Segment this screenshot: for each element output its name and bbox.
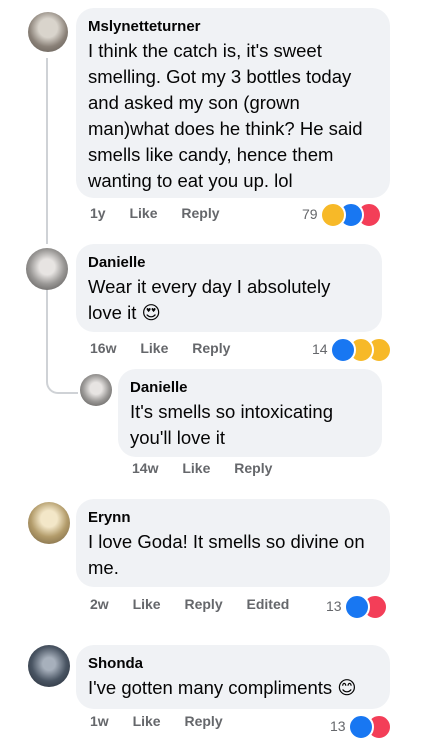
reaction-count: 14 bbox=[312, 341, 328, 357]
comment-time[interactable]: 1w bbox=[90, 713, 109, 729]
like-button[interactable]: Like bbox=[133, 713, 161, 729]
like-reaction-icon bbox=[348, 714, 374, 740]
comment-text: It's smells so intoxicating you'll love … bbox=[130, 401, 333, 448]
like-button[interactable]: Like bbox=[140, 340, 168, 356]
comment-bubble: Shonda I've gotten many compliments 😊 bbox=[76, 645, 390, 709]
haha-reaction-icon bbox=[320, 202, 346, 228]
comment-bubble: Danielle Wear it every day I absolutely … bbox=[76, 244, 382, 332]
thread-line bbox=[46, 58, 48, 244]
comment-text: I love Goda! It smells so divine on me. bbox=[88, 531, 365, 578]
reply-button[interactable]: Reply bbox=[184, 713, 222, 729]
comment-text: I've gotten many compliments 😊 bbox=[88, 677, 357, 698]
comment-actions: 1w Like Reply bbox=[90, 713, 223, 729]
comment-author[interactable]: Danielle bbox=[88, 254, 370, 272]
comment-text: Wear it every day I absolutely love it 😍 bbox=[88, 276, 331, 323]
like-button[interactable]: Like bbox=[129, 205, 157, 221]
comment-bubble: Erynn I love Goda! It smells so divine o… bbox=[76, 499, 390, 587]
comment-bubble: Mslynetteturner I think the catch is, it… bbox=[76, 8, 390, 198]
reply-button[interactable]: Reply bbox=[181, 205, 219, 221]
comment-time[interactable]: 2w bbox=[90, 596, 109, 612]
avatar[interactable] bbox=[80, 374, 112, 406]
like-reaction-icon bbox=[330, 337, 356, 363]
reaction-count: 13 bbox=[326, 598, 342, 614]
thread-line bbox=[46, 290, 48, 380]
comment-author[interactable]: Mslynetteturner bbox=[88, 18, 378, 36]
comment-actions: 2w Like Reply Edited bbox=[90, 596, 289, 612]
comment-actions: 16w Like Reply bbox=[90, 340, 230, 356]
reply-bubble: Danielle It's smells so intoxicating you… bbox=[118, 369, 382, 457]
reaction-count: 79 bbox=[302, 206, 318, 222]
comment-time[interactable]: 14w bbox=[132, 460, 158, 476]
comment-author[interactable]: Erynn bbox=[88, 509, 378, 527]
like-button[interactable]: Like bbox=[182, 460, 210, 476]
comment-time[interactable]: 16w bbox=[90, 340, 116, 356]
comment-author[interactable]: Shonda bbox=[88, 655, 378, 673]
avatar[interactable] bbox=[26, 248, 68, 290]
comment-time[interactable]: 1y bbox=[90, 205, 106, 221]
reaction-count: 13 bbox=[330, 718, 346, 734]
comment-text: I think the catch is, it's sweet smellin… bbox=[88, 40, 363, 191]
reply-button[interactable]: Reply bbox=[192, 340, 230, 356]
comment-author[interactable]: Danielle bbox=[130, 379, 370, 397]
like-reaction-icon bbox=[344, 594, 370, 620]
like-button[interactable]: Like bbox=[133, 596, 161, 612]
avatar[interactable] bbox=[28, 645, 70, 687]
avatar[interactable] bbox=[28, 502, 70, 544]
thread-connector bbox=[46, 378, 78, 394]
edited-label: Edited bbox=[246, 596, 290, 612]
reply-button[interactable]: Reply bbox=[234, 460, 272, 476]
comment-actions: 1y Like Reply bbox=[90, 205, 220, 221]
comment-actions: 14w Like Reply bbox=[132, 460, 272, 476]
reply-button[interactable]: Reply bbox=[184, 596, 222, 612]
avatar[interactable] bbox=[28, 12, 68, 52]
